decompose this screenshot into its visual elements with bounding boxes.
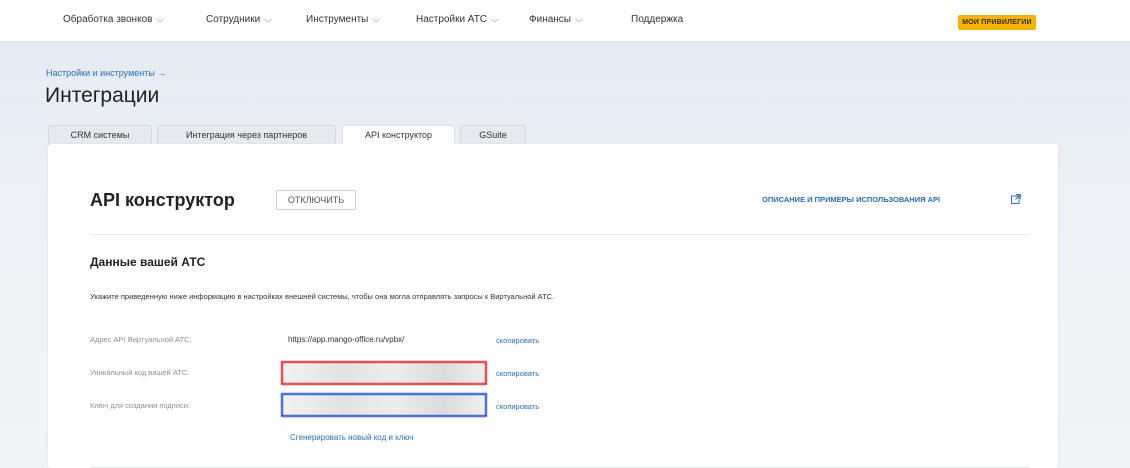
api-address-value: https://app.mango-office.ru/vpbx/ xyxy=(288,335,405,344)
copy-api-address-link[interactable]: скопировать xyxy=(496,336,539,345)
my-privileges-button[interactable]: МОИ ПРИВИЛЕГИИ xyxy=(958,15,1036,30)
tab-crm-systems[interactable]: CRM системы xyxy=(48,125,152,145)
unique-code-value-masked xyxy=(281,361,487,385)
chevron-down-icon: ⌵ xyxy=(264,15,273,24)
api-docs-link[interactable]: ОПИСАНИЕ И ПРИМЕРЫ ИСПОЛЬЗОВАНИЯ API xyxy=(762,195,940,204)
nav-item-finance[interactable]: Финансы ⌵ xyxy=(529,14,583,25)
signature-key-label: Ключ для создания подписи: xyxy=(90,401,191,410)
tab-gsuite[interactable]: GSuite xyxy=(460,125,526,145)
nav-item-call-processing[interactable]: Обработка звонков ⌵ xyxy=(63,14,164,25)
nav-item-support[interactable]: Поддержка xyxy=(631,14,683,25)
chevron-down-icon: ⌵ xyxy=(372,15,381,24)
tab-partner-integration[interactable]: Интеграция через партнеров xyxy=(157,125,336,145)
page-title: Интеграции xyxy=(45,84,160,107)
copy-unique-code-link[interactable]: скопировать xyxy=(496,369,539,378)
external-link-icon[interactable] xyxy=(1011,194,1021,204)
generate-new-code-link[interactable]: Сгенерировать новый код и ключ xyxy=(290,433,413,442)
signature-key-value-masked xyxy=(281,393,487,417)
section-title-pbx-data: Данные вашей АТС xyxy=(90,255,206,269)
top-navigation: Обработка звонков ⌵ Сотрудники ⌵ Инструмен… xyxy=(0,0,1130,42)
disable-button[interactable]: отключить xyxy=(276,190,356,210)
tab-api-constructor[interactable]: API конструктор xyxy=(342,125,455,146)
breadcrumb[interactable]: Настройки и инструменты → xyxy=(46,68,166,78)
nav-item-pbx-settings[interactable]: Настройки АТС ⌵ xyxy=(416,14,500,25)
chevron-down-icon: ⌵ xyxy=(575,15,583,24)
unique-code-label: Уникальный код вашей АТС: xyxy=(90,368,190,377)
api-address-label: Адрес API Виртуальной АТС: xyxy=(90,335,192,344)
copy-signature-key-link[interactable]: скопировать xyxy=(496,402,539,411)
nav-item-tools[interactable]: Инструменты ⌵ xyxy=(306,14,381,25)
chevron-down-icon: ⌵ xyxy=(156,15,165,24)
section-description: Укажите приведенную ниже информацию в на… xyxy=(90,292,555,301)
card-title: API конструктор xyxy=(90,190,235,210)
chevron-down-icon: ⌵ xyxy=(491,15,500,24)
nav-item-employees[interactable]: Сотрудники ⌵ xyxy=(206,14,273,25)
section-divider xyxy=(90,234,1030,235)
